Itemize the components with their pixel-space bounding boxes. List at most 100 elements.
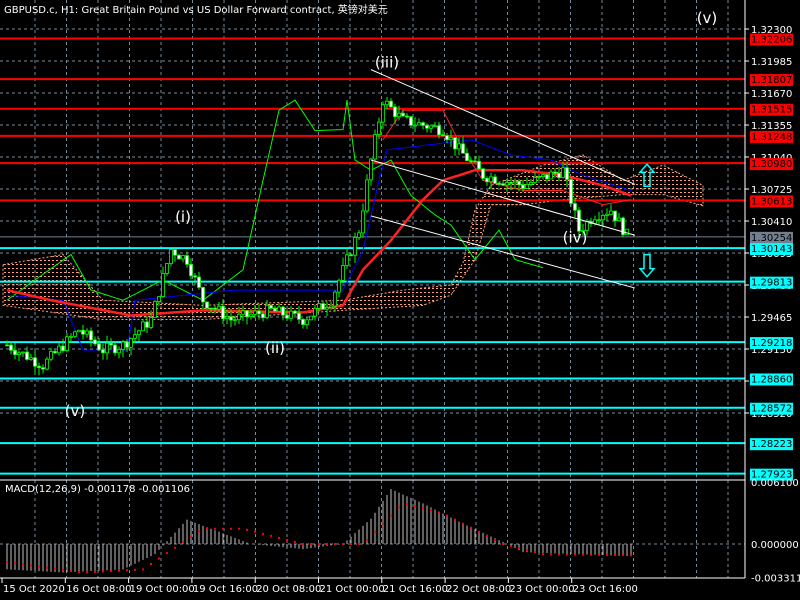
candle (453, 137, 457, 156)
candle-body (573, 203, 577, 211)
candle (361, 203, 365, 238)
candle-body (541, 174, 545, 177)
candle (93, 336, 97, 346)
candle-body (141, 321, 145, 332)
candle-body (369, 158, 373, 181)
macd-signal-point (118, 569, 120, 572)
candle-body (69, 335, 73, 338)
candle (341, 257, 345, 284)
support-price-label: 1.28572 (751, 404, 792, 415)
wave-label: (ii) (265, 339, 285, 357)
support-price-label: 1.28860 (751, 374, 792, 385)
price-tick-label: 1.29465 (751, 313, 792, 324)
candle-body (25, 351, 29, 360)
candle-body (405, 115, 409, 118)
candle (57, 343, 61, 356)
time-tick-label: 19 Oct 16:00 (193, 584, 258, 595)
macd-signal-point (558, 553, 560, 556)
macd-signal-point (534, 551, 536, 554)
macd-signal-point (14, 562, 16, 565)
candle (337, 278, 341, 298)
candle (305, 316, 309, 329)
macd-signal-point (550, 553, 552, 556)
candle-body (501, 183, 505, 186)
price-chart[interactable]: (v)(iii)(i)(ii)(v)(iv) 1.323001.319851.3… (0, 0, 800, 600)
macd-signal-point (494, 538, 496, 541)
macd-signal-point (206, 527, 208, 530)
price-tick-label: 1.31355 (751, 121, 792, 132)
channel-line (370, 215, 636, 289)
candle (121, 339, 125, 358)
macd-signal-point (438, 511, 440, 514)
candles (5, 96, 629, 376)
candle-body (349, 254, 353, 257)
candle-body (5, 344, 9, 347)
candle-body (605, 213, 609, 216)
candle-body (361, 210, 365, 234)
support-price-label: 1.30143 (751, 244, 792, 255)
candle-body (209, 307, 213, 310)
candle-body (57, 345, 61, 354)
resistance-price-label: 1.31515 (751, 105, 792, 116)
current-price-label: 1.30254 (751, 233, 792, 244)
macd-signal-point (622, 554, 624, 557)
candle (281, 305, 285, 321)
candle-body (393, 106, 397, 118)
macd-signal-point (406, 503, 408, 506)
candle (617, 212, 621, 222)
candle-body (465, 152, 469, 162)
candle-body (385, 100, 389, 106)
macd-signal-point (198, 530, 200, 533)
candle-body (477, 160, 481, 170)
candle-body (197, 276, 201, 288)
candle-body (613, 210, 617, 222)
candle-body (265, 304, 269, 319)
candle-body (529, 182, 533, 185)
candle-body (53, 351, 57, 354)
macd-signal-point (422, 507, 424, 510)
time-tick-label: 21 Oct 16:00 (383, 584, 448, 595)
macd-signal-point (54, 567, 56, 570)
candle (445, 133, 449, 144)
candle-body (225, 316, 229, 320)
candle-body (617, 217, 621, 222)
candle-body (493, 176, 497, 184)
candle-body (165, 263, 169, 274)
candle (117, 346, 121, 359)
macd-signal-point (398, 506, 400, 509)
candle-body (345, 254, 349, 266)
candle (97, 337, 101, 351)
candle-body (429, 125, 433, 129)
candle-body (377, 121, 381, 135)
macd-signal-point (134, 568, 136, 571)
candle-body (101, 349, 105, 354)
candle (29, 353, 33, 361)
candle (205, 301, 209, 310)
macd-signal-point (478, 530, 480, 533)
macd-signal-point (166, 552, 168, 555)
candle-body (297, 312, 301, 320)
candle (301, 318, 305, 329)
candle-body (237, 313, 241, 321)
candle (345, 248, 349, 269)
macd-tick-label: 0.006100 (751, 478, 799, 489)
candle-body (285, 314, 289, 319)
candle (429, 124, 433, 134)
candle-body (497, 182, 501, 185)
candle-body (137, 330, 141, 335)
candle-body (565, 167, 569, 180)
candle-body (373, 134, 377, 160)
candle-body (453, 137, 457, 150)
macd-signal-point (318, 543, 320, 545)
candle (409, 116, 413, 129)
macd-signal-point (38, 565, 40, 568)
candle-body (461, 143, 465, 154)
candle-body (185, 255, 189, 265)
macd-signal-point (126, 569, 128, 572)
macd-signal-point (430, 509, 432, 512)
support-price-label: 1.29218 (751, 338, 792, 349)
candle-body (13, 349, 17, 355)
candle (37, 362, 41, 376)
resistance-price-label: 1.30980 (751, 159, 792, 170)
candle-body (525, 184, 529, 189)
